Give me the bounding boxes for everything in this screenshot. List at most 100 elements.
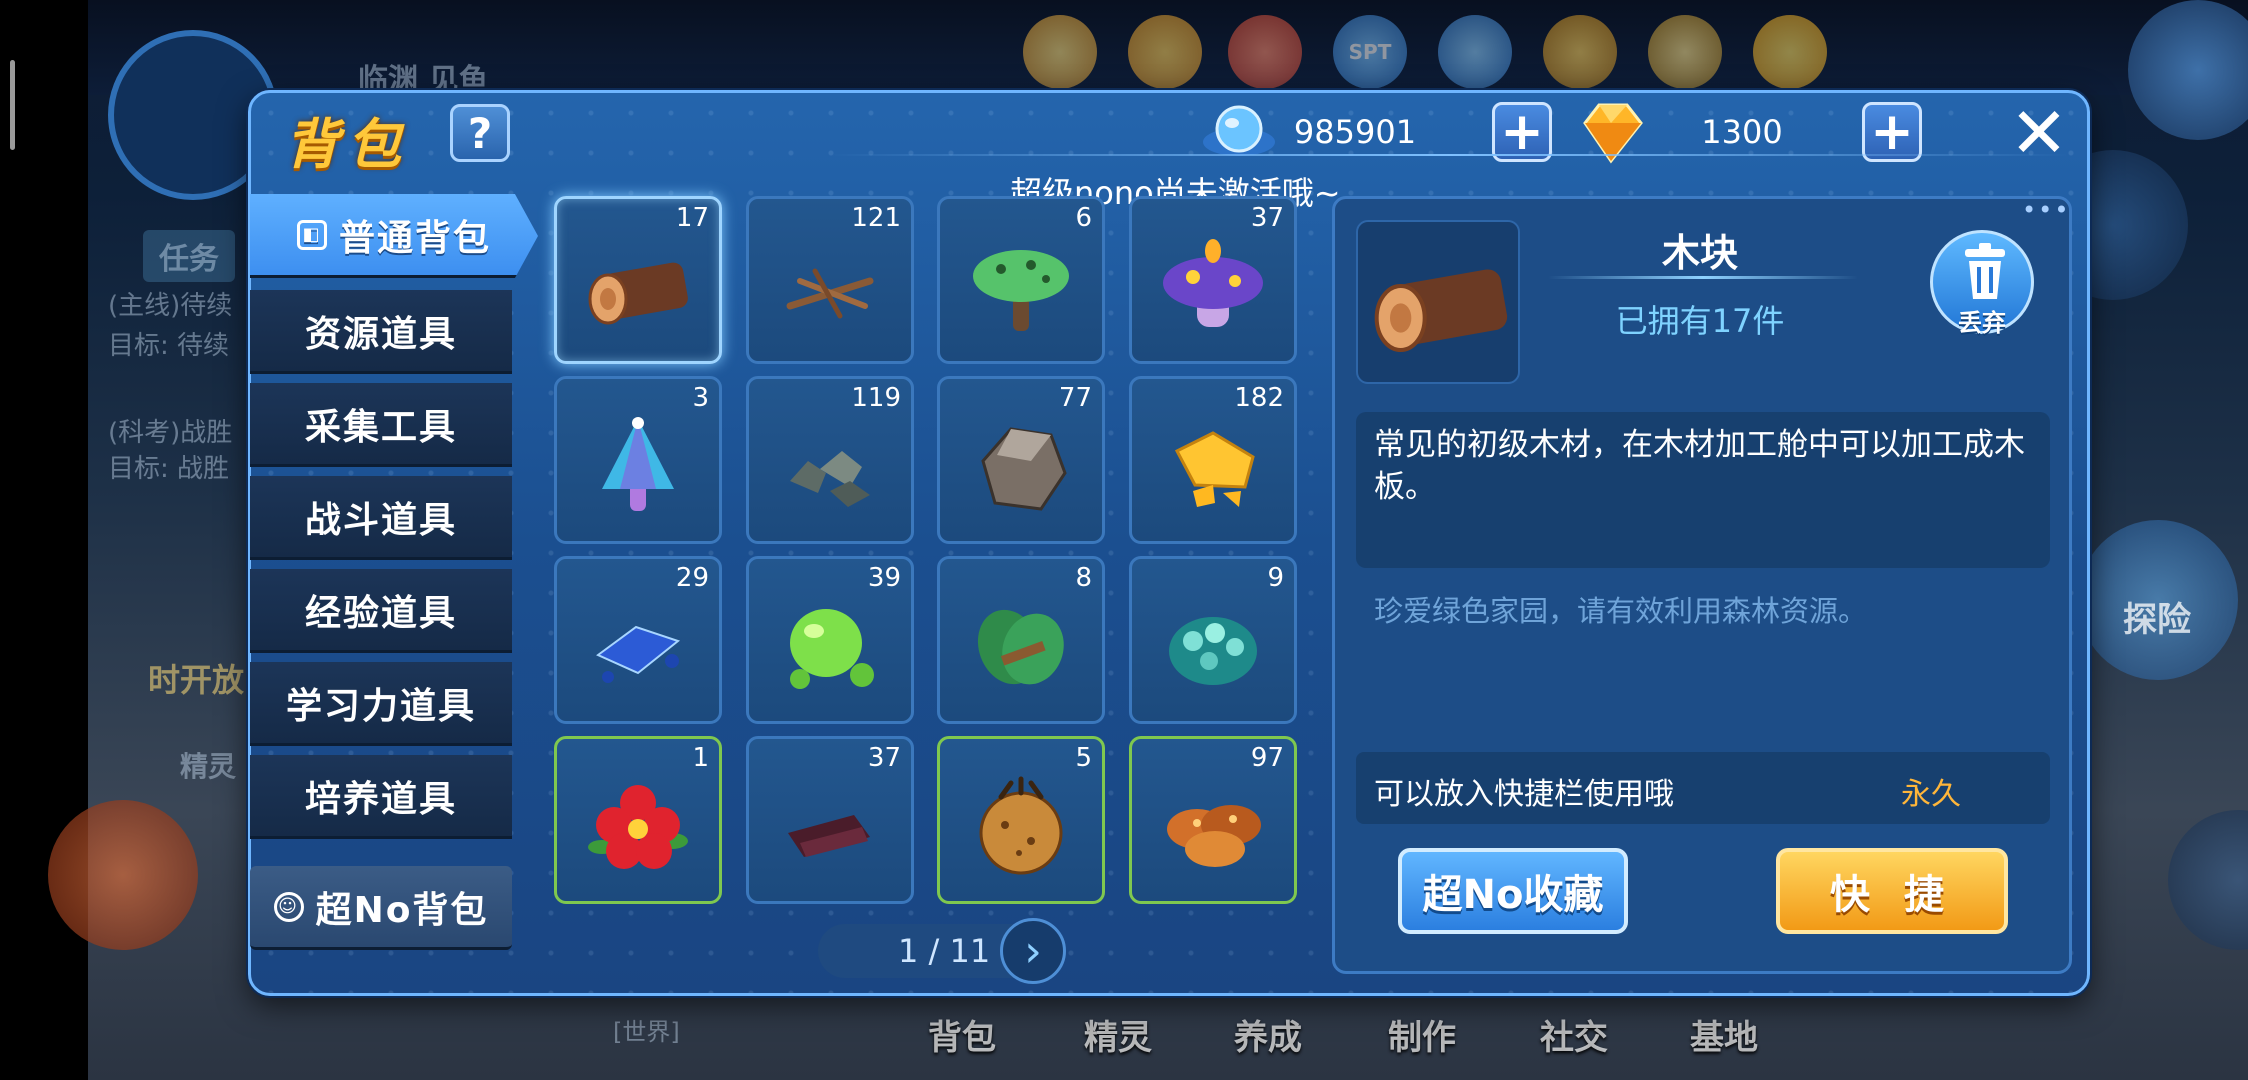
wood-log-icon xyxy=(1374,269,1508,352)
event-timer-text: 时开放 xyxy=(148,661,245,699)
trash-icon xyxy=(1965,243,2005,299)
gold-ore-icon xyxy=(1174,431,1255,508)
item-slot[interactable]: 121 xyxy=(746,196,914,364)
task-tab[interactable]: 任务 xyxy=(143,230,235,282)
tab-training-items[interactable]: 培养道具 xyxy=(250,755,512,839)
diamond-icon xyxy=(1570,97,1652,167)
item-count: 37 xyxy=(867,743,901,773)
seed-pod-icon xyxy=(979,776,1063,875)
task2-target: 目标: 战胜 xyxy=(108,454,230,484)
currency1: 985901 xyxy=(1198,102,1430,162)
tab-super-nono-bag[interactable]: ☺ 超No背包 xyxy=(250,866,512,950)
item-duration: 永久 xyxy=(1901,777,1961,812)
red-flower-icon xyxy=(588,785,688,870)
currency2-add-button[interactable]: + xyxy=(1862,102,1922,162)
item-slot[interactable]: 182 xyxy=(1129,376,1297,544)
item-slot[interactable]: 17 xyxy=(554,196,722,364)
tab-normal-bag[interactable]: ◧ 普通背包 xyxy=(250,194,538,278)
currency1-value: 985901 xyxy=(1293,113,1417,151)
bag-icon: ◧ xyxy=(296,219,327,250)
item-count: 37 xyxy=(1250,203,1284,233)
item-slot[interactable]: 6 xyxy=(937,196,1105,364)
side-handle[interactable] xyxy=(10,60,15,150)
dark-bark-icon xyxy=(788,815,870,858)
twigs-icon xyxy=(786,268,874,319)
discard-label: 丢弃 xyxy=(1958,309,2006,337)
item-slot[interactable]: 3 xyxy=(554,376,722,544)
spt-icon[interactable]: SPT xyxy=(1333,15,1407,89)
game-screen: 临渊 见鱼 任务 (主线)待续 目标: 待续 (科考)战胜 目标: 战胜 时开放… xyxy=(0,0,2248,1080)
item-slot[interactable]: 77 xyxy=(937,376,1105,544)
panel-title: 背包 xyxy=(285,113,409,176)
seer-coin-icon xyxy=(1198,97,1280,167)
green-slime-icon xyxy=(790,609,874,690)
menu-orb[interactable] xyxy=(2168,810,2248,950)
tab-gathering-tools[interactable]: 采集工具 xyxy=(250,383,512,467)
tab-resource-items[interactable]: 资源道具 xyxy=(250,290,512,374)
item-count: 77 xyxy=(1058,383,1092,413)
help-button[interactable]: ? xyxy=(450,104,510,162)
discard-button[interactable]: 丢弃 xyxy=(1930,230,2034,337)
item-slot[interactable]: 29 xyxy=(554,556,722,724)
item-slot[interactable]: 97 xyxy=(1129,736,1297,904)
item-slot[interactable]: 5 xyxy=(937,736,1105,904)
nav-spirit[interactable]: 精灵 xyxy=(1084,1010,1152,1059)
crystal-mushroom-icon xyxy=(602,417,674,512)
pet-event-icon[interactable] xyxy=(1228,15,1302,89)
page-indicator: 1 / 11 xyxy=(898,932,991,970)
next-page-button[interactable]: › xyxy=(1000,918,1066,984)
item-count: 97 xyxy=(1250,743,1284,773)
hero-event-icon[interactable] xyxy=(1128,15,1202,89)
stone-icon xyxy=(981,427,1067,512)
item-count: 6 xyxy=(1075,203,1092,233)
world-chat[interactable]: [世界] xyxy=(613,1012,680,1047)
item-count: 29 xyxy=(675,563,709,593)
item-count: 9 xyxy=(1267,563,1284,593)
item-count: 182 xyxy=(1234,383,1284,413)
currency1-add-button[interactable]: + xyxy=(1492,102,1552,162)
nav-craft[interactable]: 制作 xyxy=(1388,1010,1456,1059)
treasure-button[interactable] xyxy=(48,800,198,950)
brown-mushroom-icon xyxy=(1167,805,1261,868)
quick-button[interactable]: 快 捷 xyxy=(1776,848,2008,934)
tab-battle-items[interactable]: 战斗道具 xyxy=(250,476,512,560)
wing-icon[interactable] xyxy=(1648,15,1722,89)
item-count: 17 xyxy=(675,203,709,233)
owned-count: 已拥有17件 xyxy=(1615,302,1785,340)
tab-learning-items[interactable]: 学习力道具 xyxy=(250,662,512,746)
item-slot[interactable]: 37 xyxy=(1129,196,1297,364)
item-slot[interactable]: 1 xyxy=(554,736,722,904)
item-slot[interactable]: 39 xyxy=(746,556,914,724)
task1-target: 目标: 待续 xyxy=(108,331,230,361)
more-icon[interactable]: ••• xyxy=(2022,196,2070,224)
green-mushroom-icon xyxy=(973,250,1069,332)
task1-title[interactable]: (主线)待续 xyxy=(108,285,232,322)
gem-event-icon[interactable] xyxy=(1753,15,1827,89)
purple-mushroom-icon xyxy=(1163,239,1263,328)
spirit-text: 精灵 xyxy=(180,750,237,783)
item-slot[interactable]: 8 xyxy=(937,556,1105,724)
nav-base[interactable]: 基地 xyxy=(1690,1010,1758,1059)
nav-bag[interactable]: 背包 xyxy=(928,1010,996,1059)
super-nono-collect-button[interactable]: 超No收藏 xyxy=(1398,848,1628,934)
gray-ore-icon xyxy=(790,451,870,508)
item-slot[interactable]: 119 xyxy=(746,376,914,544)
alert-icon[interactable] xyxy=(1438,15,1512,89)
tab-exp-items[interactable]: 经验道具 xyxy=(250,569,512,653)
quickbar-text: 可以放入快捷栏使用哦 xyxy=(1374,777,1674,812)
item-count: 39 xyxy=(867,563,901,593)
close-button[interactable]: ✕ xyxy=(2006,92,2072,174)
nav-social[interactable]: 社交 xyxy=(1540,1010,1608,1059)
task2-title[interactable]: (科考)战胜 xyxy=(108,412,232,449)
flame-event-icon[interactable] xyxy=(1023,15,1097,89)
tab-label: 超No背包 xyxy=(315,889,489,931)
gift-icon[interactable] xyxy=(1543,15,1617,89)
blue-crystal-icon xyxy=(596,626,681,684)
teal-berry-icon xyxy=(1169,617,1257,686)
item-count: 119 xyxy=(851,383,901,413)
currency2: 1300 xyxy=(1570,102,1832,164)
detail-item-icon xyxy=(1356,220,1520,384)
nav-develop[interactable]: 养成 xyxy=(1234,1010,1302,1059)
item-slot[interactable]: 37 xyxy=(746,736,914,904)
item-slot[interactable]: 9 xyxy=(1129,556,1297,724)
